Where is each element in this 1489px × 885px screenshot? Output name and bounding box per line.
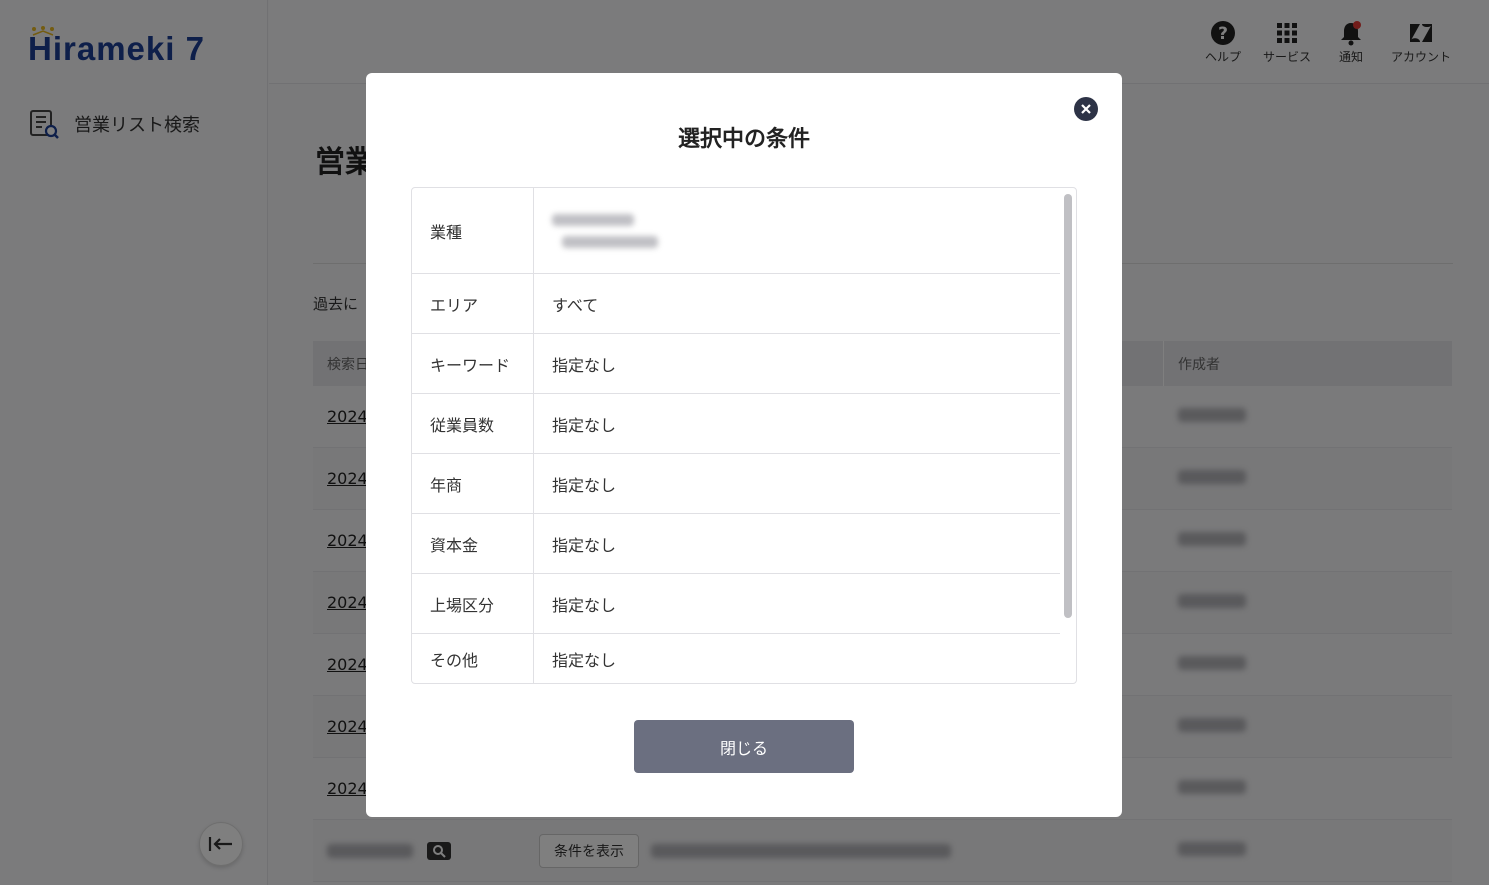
condition-key: 業種 — [412, 188, 534, 273]
condition-key: エリア — [412, 274, 534, 333]
close-icon — [1081, 104, 1091, 114]
condition-value — [534, 188, 1060, 273]
condition-row-keyword: キーワード 指定なし — [412, 334, 1060, 394]
condition-row-industry: 業種 — [412, 188, 1060, 274]
condition-row-employees: 従業員数 指定なし — [412, 394, 1060, 454]
scrollbar-thumb[interactable] — [1064, 194, 1072, 618]
conditions-table: 業種 エリア すべて キーワード 指定なし 従業員数 指定なし 年商 指定なし … — [411, 187, 1077, 684]
conditions-scroll-area[interactable]: 業種 エリア すべて キーワード 指定なし 従業員数 指定なし 年商 指定なし … — [412, 188, 1060, 683]
close-button[interactable]: 閉じる — [634, 720, 854, 773]
condition-key: キーワード — [412, 334, 534, 393]
condition-value: 指定なし — [552, 595, 617, 615]
condition-value: 指定なし — [552, 535, 617, 555]
condition-row-area: エリア すべて — [412, 274, 1060, 334]
condition-row-other: その他 指定なし — [412, 634, 1060, 683]
condition-key: その他 — [412, 634, 534, 683]
condition-row-capital: 資本金 指定なし — [412, 514, 1060, 574]
selected-conditions-modal: 選択中の条件 業種 エリア すべて キーワード 指定なし 従業員数 指定なし 年… — [366, 73, 1122, 817]
blurred-industry-values — [552, 213, 658, 248]
condition-value: 指定なし — [552, 651, 617, 670]
condition-row-listing: 上場区分 指定なし — [412, 574, 1060, 634]
condition-value: 指定なし — [552, 355, 617, 375]
condition-value: すべて — [552, 295, 599, 315]
condition-value: 指定なし — [552, 475, 617, 495]
modal-title: 選択中の条件 — [677, 127, 810, 152]
condition-key: 上場区分 — [412, 574, 534, 633]
conditions-scrollbar[interactable] — [1064, 194, 1072, 679]
condition-key: 資本金 — [412, 514, 534, 573]
condition-key: 従業員数 — [412, 394, 534, 453]
condition-key: 年商 — [412, 454, 534, 513]
condition-value: 指定なし — [552, 415, 617, 435]
modal-close-button[interactable] — [1074, 97, 1098, 121]
condition-row-revenue: 年商 指定なし — [412, 454, 1060, 514]
